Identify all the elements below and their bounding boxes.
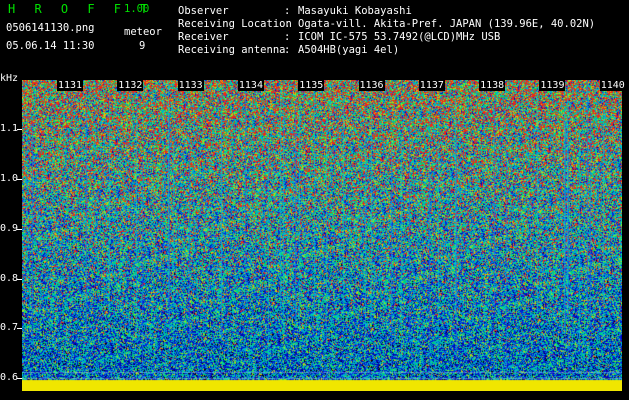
- time-label: 1131: [57, 80, 84, 91]
- row-label: Receiver: [178, 31, 229, 43]
- time-label: 1140: [599, 80, 626, 91]
- y-tick-mark: [17, 378, 22, 379]
- row-label: Observer: [178, 5, 229, 17]
- y-tick-label: 0.7: [0, 322, 19, 333]
- y-tick-mark: [17, 179, 22, 180]
- time-label: 1134: [237, 80, 264, 91]
- meteor-label: meteor: [124, 26, 162, 38]
- y-tick-label: 0.8: [0, 273, 19, 284]
- time-label: 1132: [117, 80, 144, 91]
- antenna-row: Receiving antenna : A504HB(yagi 4el): [178, 44, 595, 57]
- y-tick-label: 1.0: [0, 173, 19, 184]
- y-tick-label: 0.6: [0, 372, 19, 383]
- y-tick-label: 1.1: [0, 123, 19, 134]
- time-label: 1135: [298, 80, 325, 91]
- y-tick-mark: [17, 279, 22, 280]
- time-label: 1139: [539, 80, 566, 91]
- row-separator: :: [284, 5, 291, 17]
- receiver-row: Receiver : ICOM IC-575 53.7492(@LCD)MHz …: [178, 31, 595, 44]
- capture-datetime: 05.06.14 11:30: [6, 40, 95, 52]
- row-value: A504HB(yagi 4el): [298, 44, 400, 56]
- time-label: 1133: [177, 80, 204, 91]
- y-tick-label: 0.9: [0, 223, 19, 234]
- spectrogram-canvas: [22, 80, 622, 391]
- row-value: Masayuki Kobayashi: [298, 5, 412, 17]
- image-filename: 0506141130.png: [6, 22, 95, 34]
- row-value: ICOM IC-575 53.7492(@LCD)MHz USB: [298, 31, 501, 43]
- station-info: Observer : Masayuki Kobayashi Receiving …: [178, 5, 595, 57]
- row-separator: :: [284, 44, 291, 56]
- row-value: Ogata-vill. Akita-Pref. JAPAN (139.96E, …: [298, 18, 596, 30]
- y-axis-unit: kHz: [0, 73, 19, 84]
- time-label: 1136: [358, 80, 385, 91]
- meteor-count: 9: [139, 40, 146, 52]
- location-row: Receiving Location : Ogata-vill. Akita-P…: [178, 18, 595, 31]
- observer-row: Observer : Masayuki Kobayashi: [178, 5, 595, 18]
- time-label: 1137: [418, 80, 445, 91]
- app-version: 1.00: [124, 3, 150, 15]
- y-tick-mark: [17, 328, 22, 329]
- row-separator: :: [284, 18, 291, 30]
- time-label: 1138: [479, 80, 506, 91]
- row-label: Receiving antenna: [178, 44, 286, 56]
- y-tick-mark: [17, 229, 22, 230]
- row-separator: :: [284, 31, 291, 43]
- row-label: Receiving Location: [178, 18, 292, 30]
- y-tick-mark: [17, 129, 22, 130]
